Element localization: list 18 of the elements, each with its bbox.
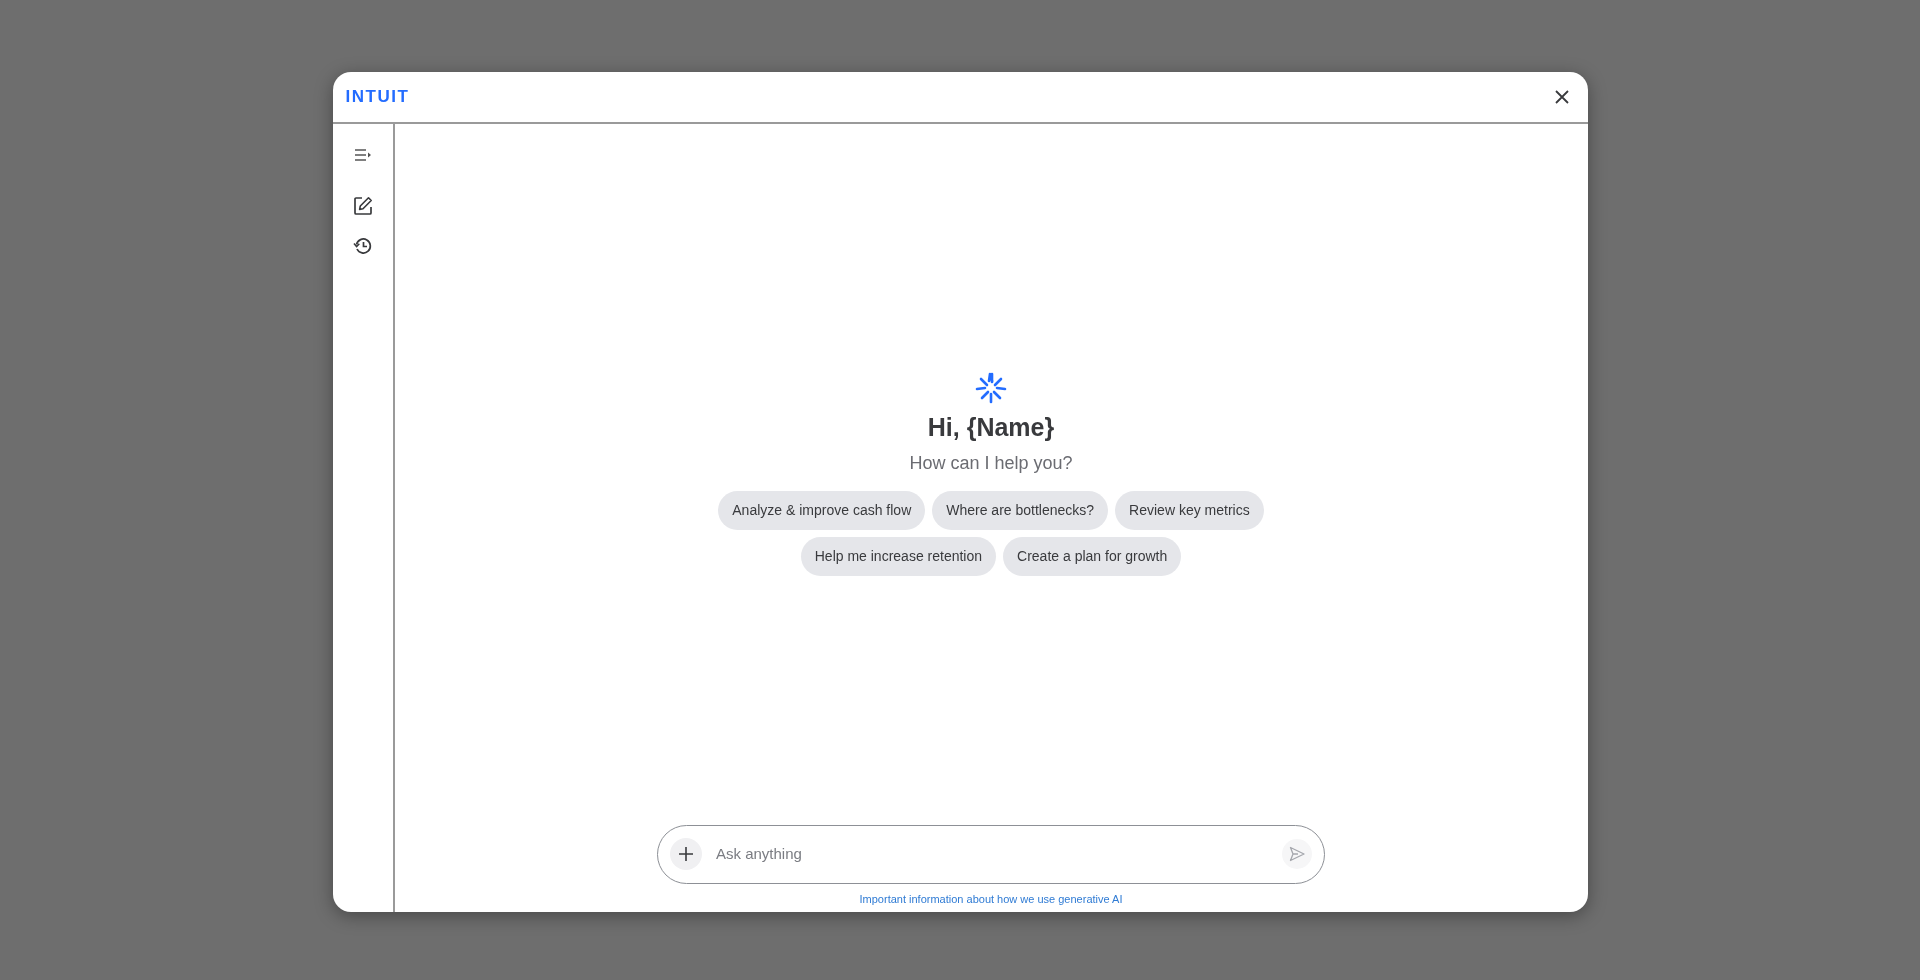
greeting-title: Hi, {Name}: [927, 412, 1055, 443]
sparkle-icon: [975, 372, 1007, 405]
greeting-subtitle: How can I help you?: [909, 452, 1073, 476]
suggestion-chip[interactable]: Review key metrics: [1115, 491, 1264, 531]
plus-icon: [678, 846, 694, 862]
intuit-logo: INTUIT: [345, 86, 410, 109]
suggestion-chip[interactable]: Where are bottlenecks?: [932, 491, 1109, 531]
close-icon: [1553, 89, 1570, 105]
add-button[interactable]: [670, 838, 702, 870]
suggestion-chip[interactable]: Help me increase retention: [800, 537, 997, 577]
edit-icon: [352, 196, 373, 216]
send-icon: [1289, 846, 1305, 862]
history-icon: [352, 236, 373, 256]
prompt-field[interactable]: Ask anything: [714, 841, 1270, 867]
menu-icon: [353, 148, 372, 162]
suggestion-chip[interactable]: Analyze & improve cash flow: [718, 491, 926, 531]
suggestion-chip[interactable]: Create a plan for growth: [1003, 537, 1182, 577]
info-link[interactable]: Important information about how we use generative AI: [859, 890, 1123, 907]
